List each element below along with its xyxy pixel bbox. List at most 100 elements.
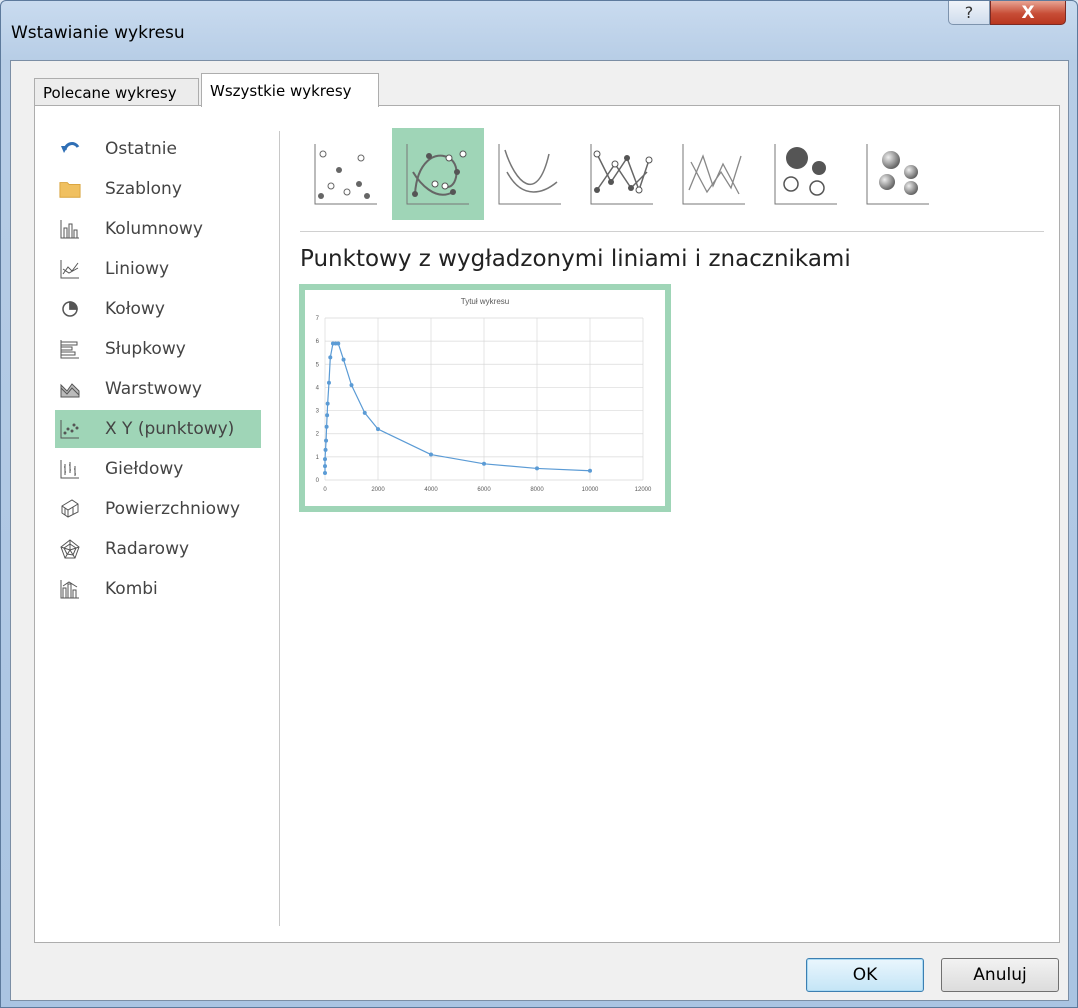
sidebar-item-label: Kombi — [105, 579, 158, 599]
subtype-scatter-straight-markers[interactable] — [576, 128, 668, 220]
data-point — [482, 461, 486, 466]
data-point — [323, 457, 327, 462]
dialog-client-area: Polecane wykresy Wszystkie wykresy Ostat… — [10, 60, 1069, 1001]
sidebar-item-line[interactable]: Liniowy — [55, 250, 265, 288]
data-point — [429, 452, 433, 457]
subtype-scatter[interactable] — [300, 128, 392, 220]
y-tick-label: 3 — [316, 409, 320, 415]
subtype-scatter-smooth[interactable] — [484, 128, 576, 220]
subtype-bubble[interactable] — [760, 128, 852, 220]
y-tick-label: 2 — [316, 432, 320, 438]
sidebar-item-label: Kołowy — [105, 299, 165, 319]
sidebar-item-label: Warstwowy — [105, 379, 202, 399]
sidebar-item-templates[interactable]: Szablony — [55, 170, 265, 208]
data-point — [588, 468, 592, 473]
x-tick-label: 2000 — [371, 487, 385, 493]
area-chart-icon — [59, 378, 81, 400]
sidebar-item-label: Szablony — [105, 179, 182, 199]
data-point — [325, 401, 330, 406]
data-point — [324, 438, 329, 443]
y-tick-label: 7 — [316, 316, 320, 322]
radar-chart-icon — [59, 538, 81, 560]
y-tick-label: 4 — [316, 385, 320, 391]
title-bar[interactable]: Wstawianie wykresu ? X — [1, 1, 1077, 61]
data-point — [336, 341, 341, 346]
data-point — [376, 427, 380, 432]
data-point — [328, 355, 333, 360]
sidebar-item-recent[interactable]: Ostatnie — [55, 130, 265, 168]
gallery-divider — [300, 231, 1044, 232]
y-tick-label: 5 — [316, 362, 320, 368]
undo-icon — [59, 138, 81, 160]
stock-chart-icon — [59, 458, 81, 480]
tab-recommended-charts[interactable]: Polecane wykresy — [34, 78, 199, 106]
chart-title: Tytuł wykresu — [461, 297, 509, 306]
subtype-scatter-smooth-markers[interactable] — [392, 128, 484, 220]
line-chart-icon — [59, 258, 81, 280]
sidebar-item-column[interactable]: Kolumnowy — [55, 210, 265, 248]
data-point — [323, 464, 327, 469]
chart-preview[interactable]: Tytuł wykresu 0 1 2 3 4 5 6 7 0 2000 4000 6000 8000 10… — [299, 284, 671, 512]
data-point — [341, 357, 346, 362]
sidebar-item-label: Powierzchniowy — [105, 499, 241, 519]
close-icon: X — [1021, 2, 1035, 23]
y-tick-label: 0 — [316, 478, 320, 484]
data-point — [325, 413, 330, 418]
sidebar-item-label: Liniowy — [105, 259, 170, 279]
scatter-smooth-markers-icon — [406, 144, 469, 205]
sidebar-item-label: Ostatnie — [105, 139, 177, 159]
close-button[interactable]: X — [990, 1, 1066, 25]
x-tick-label: 4000 — [424, 487, 438, 493]
x-tick-label: 10000 — [582, 487, 599, 493]
combo-chart-icon — [59, 578, 81, 600]
help-icon: ? — [964, 3, 974, 22]
pie-chart-icon — [59, 298, 81, 320]
x-tick-label: 0 — [323, 487, 327, 493]
x-tick-label: 12000 — [635, 487, 652, 493]
tab-all-charts[interactable]: Wszystkie wykresy — [201, 73, 379, 107]
bubble-icon — [774, 144, 837, 205]
ok-button[interactable]: OK — [806, 958, 924, 992]
preview-chart: Tytuł wykresu 0 1 2 3 4 5 6 7 0 2000 4000 6000 8000 10… — [316, 297, 652, 493]
sidebar-item-radar[interactable]: Radarowy — [55, 530, 265, 568]
chart-type-list: Ostatnie Szablony Kolumnowy Liniowy Koło… — [55, 130, 265, 610]
data-point — [324, 424, 329, 429]
data-point — [349, 383, 354, 388]
sidebar-item-surface[interactable]: Powierzchniowy — [55, 490, 265, 528]
sidebar-item-label: Giełdowy — [105, 459, 184, 479]
selected-subtype-title: Punktowy z wygładzonymi liniami i znaczn… — [300, 246, 851, 272]
sidebar-item-label: Kolumnowy — [105, 219, 203, 239]
scatter-icon — [314, 144, 377, 205]
sidebar-item-label: Radarowy — [105, 539, 190, 559]
subtype-bubble-3d[interactable] — [852, 128, 944, 220]
y-tick-label: 6 — [316, 339, 320, 345]
dialog-window: Wstawianie wykresu ? X Polecane wykresy … — [0, 0, 1078, 1008]
data-point — [323, 471, 327, 476]
data-point — [362, 410, 367, 415]
column-chart-icon — [59, 218, 81, 240]
x-tick-label: 6000 — [477, 487, 491, 493]
help-button[interactable]: ? — [948, 1, 990, 25]
bubble-3d-icon — [866, 144, 929, 205]
dialog-title: Wstawianie wykresu — [11, 23, 185, 43]
data-point — [535, 466, 539, 471]
sidebar-item-label: Słupkowy — [105, 339, 186, 359]
series-line — [324, 342, 591, 474]
cancel-button[interactable]: Anuluj — [941, 958, 1059, 992]
bar-chart-icon — [59, 338, 81, 360]
scatter-smooth-icon — [498, 144, 561, 205]
sidebar-item-xy-scatter[interactable]: X Y (punktowy) — [55, 410, 261, 448]
sidebar-item-stock[interactable]: Giełdowy — [55, 450, 265, 488]
panel-divider — [279, 131, 280, 926]
sidebar-item-bar[interactable]: Słupkowy — [55, 330, 265, 368]
sidebar-item-combo[interactable]: Kombi — [55, 570, 265, 608]
folder-icon — [59, 178, 81, 200]
sidebar-item-pie[interactable]: Kołowy — [55, 290, 265, 328]
scatter-chart-icon — [59, 418, 81, 440]
sidebar-item-area[interactable]: Warstwowy — [55, 370, 265, 408]
surface-chart-icon — [59, 498, 81, 520]
scatter-straight-icon — [682, 144, 745, 205]
y-tick-label: 1 — [316, 455, 320, 461]
data-point — [323, 447, 328, 452]
subtype-scatter-straight[interactable] — [668, 128, 760, 220]
